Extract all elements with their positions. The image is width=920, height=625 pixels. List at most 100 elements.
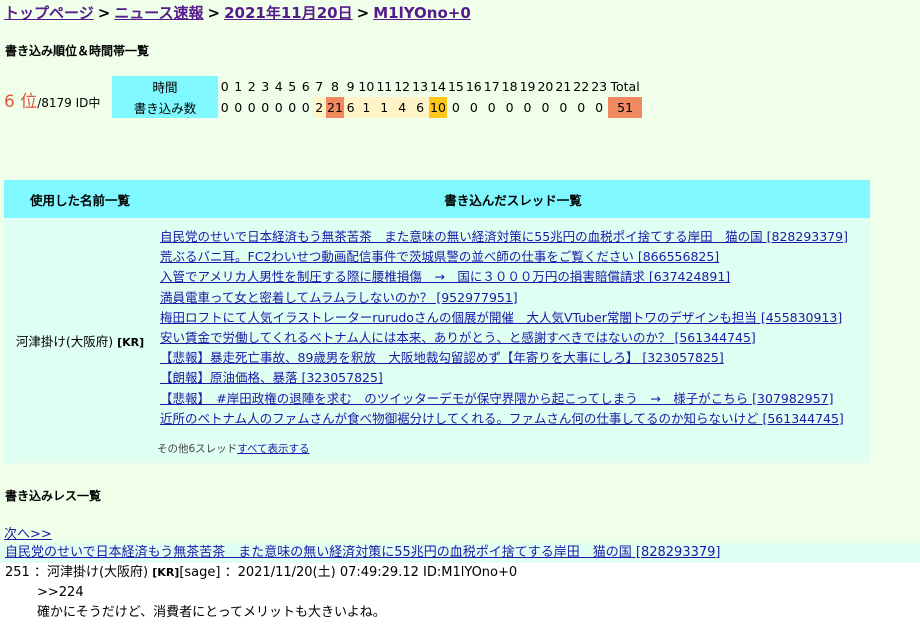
breadcrumb-id-link[interactable]: M1lYOno+0 [373,4,471,22]
hour-count: 0 [505,100,514,115]
hour-label: 20 [537,79,554,94]
breadcrumb-news-link[interactable]: ニュース速報 [114,4,203,22]
rank-box: 6 位/8179 ID中 [4,87,100,112]
response-post: 251 ：河津掛け(大阪府) [KR][sage] ：2021/11/20(土)… [0,563,920,625]
breadcrumb-separator: > [97,4,111,22]
breadcrumb-top-link[interactable]: トップページ [4,4,94,22]
hour-label: 6 [301,79,310,94]
hour-count: 21 [326,97,344,118]
count-total: 51 [608,97,643,118]
hour-count: 4 [393,97,412,118]
responses-section-title: 書き込みレス一覧 [5,489,102,503]
thread-list-item: 満員電車って女と密着してムラムラしないのか？ [952977951] [160,288,869,308]
hour-label: 15 [447,79,464,94]
poster-name-cell: 河津掛け(大阪府) [KR] [4,218,156,464]
hour-count: 0 [261,100,270,115]
thread-link[interactable]: 入管でアメリカ人男性を制圧する際に腰椎損傷 → 国に３０００万円の損害賠償請求 … [160,269,730,284]
hour-count: 0 [451,100,460,115]
thread-list-item: 【朗報】原油価格、暴落 [323057825] [160,368,869,388]
hour-count: 0 [523,100,532,115]
hour-label: 11 [376,79,393,94]
response-tag: [KR] [152,566,180,579]
hour-label: 17 [483,79,500,94]
hour-count: 0 [577,100,586,115]
thread-list-item: 安い賃金で労働してくれるベトナム人には本来、ありがとう、と感謝すべきではないのか… [160,328,869,348]
thread-link[interactable]: 【朗報】原油価格、暴落 [323057825] [160,370,383,385]
threads-header: 書き込んだスレッド一覧 [156,180,870,218]
thread-link[interactable]: 梅田ロフトにて人気イラストレーターrurudoさんの個展が開催 大人気VTube… [160,310,842,325]
hour-label: 16 [465,79,482,94]
response-body: 確かにそうだけど、消費者にとってメリットも大きいよね。 [37,605,386,620]
hour-count: 6 [411,97,430,118]
hour-label: 13 [412,79,429,94]
poster-name: 河津掛け(大阪府) [15,334,114,350]
response-meta-line: 251 ：河津掛け(大阪府) [KR][sage] ：2021/11/20(土)… [5,565,518,580]
response-anchor: >>224 [37,585,84,600]
hour-label: 12 [394,79,411,94]
hour-count: 1 [375,97,394,118]
response-name: 河津掛け(大阪府) [46,565,149,580]
response-number: 251 [5,565,30,580]
count-label: 書き込み数 [112,97,218,118]
hour-label: 19 [519,79,536,94]
response-thread-link[interactable]: 自民党のせいで日本経済もう無茶苦茶 また意味の無い経済対策に55兆円の血税ポイ捨… [5,545,720,560]
hour-count: 2 [312,97,326,118]
hour-label: 0 [220,79,229,94]
hour-label: 2 [247,79,256,94]
hour-label: 14 [430,79,446,94]
hour-count: 0 [559,100,568,115]
hour-count: 6 [343,97,358,118]
thread-list-item: 近所のベトナム人のファムさんが食べ物御裾分けしてくれる。ファムさん何の仕事してる… [160,409,869,429]
hour-count: 0 [247,100,256,115]
hour-label: 18 [501,79,518,94]
names-header: 使用した名前一覧 [4,180,156,218]
thread-link[interactable]: 満員電車って女と密着してムラムラしないのか？ [952977951] [160,290,518,305]
response-thread-title: 自民党のせいで日本経済もう無茶苦茶 また意味の無い経済対策に55兆円の血税ポイ捨… [0,543,920,563]
hour-count: 0 [595,100,604,115]
hour-count: 0 [487,100,496,115]
thread-list-item: 【悲報】暴走死亡事故、89歳男を釈放 大阪地裁勾留認めず【年寄りを大事にしろ】 … [160,348,869,368]
thread-link[interactable]: 【悲報】 #岸田政権の退陣を求む のツイッターデモが保守界隈から起こってしまう … [160,391,834,406]
rank-number: 6 位 [4,92,38,112]
response-sage: [sage] [179,565,221,580]
threads-table: 使用した名前一覧 書き込んだスレッド一覧 河津掛け(大阪府) [KR] 自民党の… [4,180,870,464]
breadcrumb: トップページ > ニュース速報 >2021年11月20日 > M1lYOno+0 [4,2,471,23]
hour-total-label: Total [610,79,640,94]
thread-link[interactable]: 自民党のせいで日本経済もう無茶苦茶 また意味の無い経済対策に55兆円の血税ポイ捨… [160,229,848,244]
breadcrumb-separator: > [207,4,221,22]
thread-link[interactable]: 荒ぶるバニ耳。FC2わいせつ動画配信事件で茨城県警の並べ師の仕事をご覧ください … [160,249,719,264]
thread-link[interactable]: 【悲報】暴走死亡事故、89歳男を釈放 大阪地裁勾留認めず【年寄りを大事にしろ】 … [160,350,724,365]
hour-label: 23 [591,79,608,94]
hour-label: 21 [555,79,572,94]
hour-label: 10 [358,79,375,94]
hour-count: 0 [234,100,243,115]
ranking-section-title: 書き込み順位＆時間帯一覧 [5,44,150,58]
threads-table-header: 使用した名前一覧 書き込んだスレッド一覧 [4,180,870,218]
thread-list-item: 荒ぶるバニ耳。FC2わいせつ動画配信事件で茨城県警の並べ師の仕事をご覧ください … [160,247,869,267]
hour-count: 0 [301,100,310,115]
hour-label: 7 [315,79,324,94]
hour-count: 1 [357,97,376,118]
hour-count: 0 [274,100,283,115]
thread-list: 自民党のせいで日本経済もう無茶苦茶 また意味の無い経済対策に55兆円の血税ポイ捨… [157,219,869,429]
thread-link[interactable]: 近所のベトナム人のファムさんが食べ物御裾分けしてくれる。ファムさん何の仕事してる… [160,411,844,426]
other-threads: その他6スレッドすべて表示する [157,441,869,462]
hour-label: 3 [261,79,270,94]
response-datetime: 2021/11/20(土) 07:49:29.12 [237,565,419,580]
thread-list-cell: 自民党のせいで日本経済もう無茶苦茶 また意味の無い経済対策に55兆円の血税ポイ捨… [156,218,870,464]
hourly-posts-table: 時間 0 1 2 3 4 5 6 7 8 9 10 11 12 13 14 15 16 17 18 19 20 21 22 2… [112,76,643,118]
breadcrumb-separator: > [356,4,370,22]
show-all-threads-link[interactable]: すべて表示する [237,443,309,455]
next-page-link[interactable]: 次へ>> [4,523,52,542]
hour-count: 10 [429,97,447,118]
other-threads-count: その他6スレッド [157,443,238,456]
hours-row: 時間 0 1 2 3 4 5 6 7 8 9 10 11 12 13 14 15 16 17 18 19 20 21 22 2… [112,76,642,97]
hour-count: 0 [469,100,478,115]
thread-list-item: 梅田ロフトにて人気イラストレーターrurudoさんの個展が開催 大人気VTube… [160,308,869,328]
hour-count: 0 [288,100,297,115]
time-label: 時間 [112,76,218,97]
hour-label: 22 [573,79,590,94]
thread-link[interactable]: 安い賃金で労働してくれるベトナム人には本来、ありがとう、と感謝すべきではないのか… [160,330,756,345]
breadcrumb-date-link[interactable]: 2021年11月20日 [224,4,353,22]
thread-list-item: 入管でアメリカ人男性を制圧する際に腰椎損傷 → 国に３０００万円の損害賠償請求 … [160,267,869,287]
